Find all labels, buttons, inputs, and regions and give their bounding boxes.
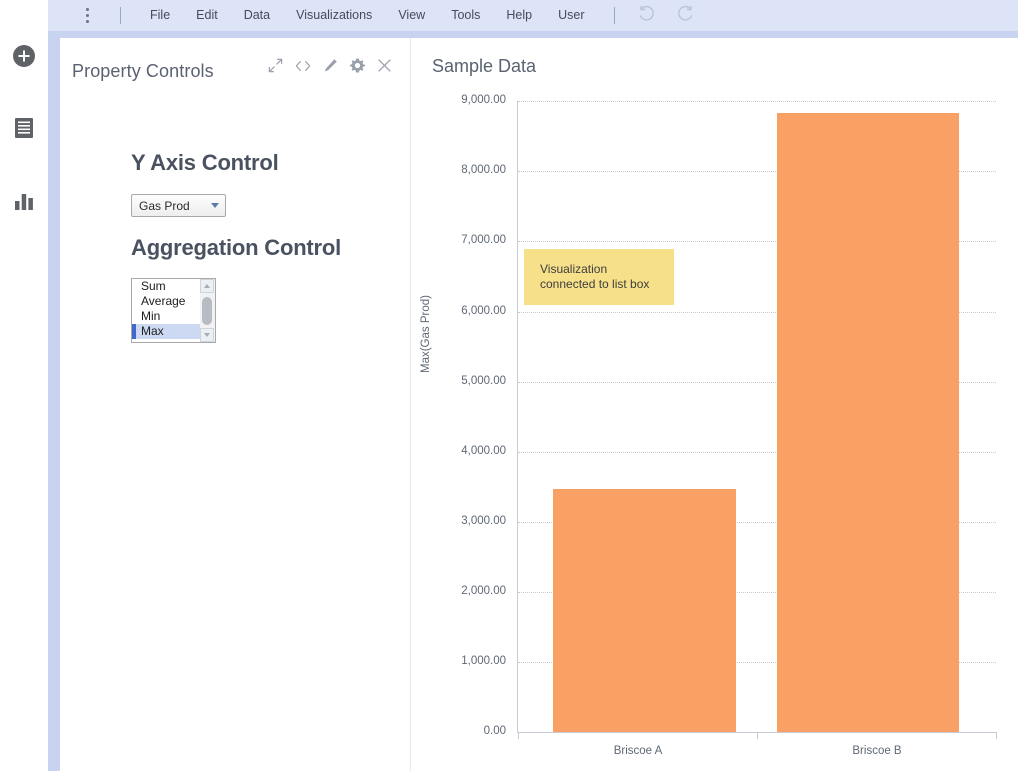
aggregation-control-title: Aggregation Control [131,235,342,260]
top-toolbar: File Edit Data Visualizations View Tools… [48,0,1018,31]
annotation-text: Visualization connected to list box [540,262,649,292]
x-tick-mark-start [518,732,519,739]
y-tick-label-7000: 7,000.00 [461,234,506,246]
gridline-9000 [518,101,996,102]
menu-item-edit[interactable]: Edit [183,0,231,31]
x-tick-mark-mid [757,732,758,739]
undo-redo-group [637,4,695,28]
close-icon[interactable] [377,58,392,73]
chart-panel: Sample Data 9,000.00 8,000.00 7,000.00 6… [411,38,1018,771]
more-vertical-icon[interactable] [70,0,104,31]
code-icon[interactable] [295,59,311,73]
annotation-line-1: Visualization [540,262,608,276]
menu-item-help[interactable]: Help [493,0,545,31]
bar-briscoe-a[interactable] [553,489,736,732]
document-icon[interactable] [11,115,37,141]
bar-briscoe-b[interactable] [777,113,959,732]
gear-icon[interactable] [350,58,365,73]
x-tick-label-briscoe-b: Briscoe B [852,745,902,757]
listbox-scrollbar[interactable] [200,278,216,343]
y-tick-label-8000: 8,000.00 [461,164,506,176]
y-tick-label-2000: 2,000.00 [461,585,506,597]
y-tick-label-4000: 4,000.00 [461,445,506,457]
application-window: File Edit Data Visualizations View Tools… [0,0,1018,771]
expand-icon[interactable] [268,58,283,73]
panel-header-icons [268,58,392,73]
y-axis-control-title: Y Axis Control [131,150,279,175]
annotation-line-2: connected to list box [540,277,650,291]
y-tick-label-6000: 6,000.00 [461,305,506,317]
undo-icon[interactable] [637,4,656,28]
menu-item-user[interactable]: User [545,0,597,31]
toolbar-separator-right [613,7,615,24]
menu-item-tools[interactable]: Tools [438,0,493,31]
y-axis-title: Max(Gas Prod) [420,295,432,373]
add-circle-icon[interactable] [11,43,37,69]
y-axis-line [517,101,518,733]
y-axis-dropdown[interactable]: Gas Prod [131,194,226,217]
menu-item-visualizations[interactable]: Visualizations [283,0,385,31]
chevron-down-icon [205,203,225,208]
scroll-down-icon[interactable] [200,328,214,342]
x-tick-mark-end [996,732,997,739]
panel-title: Property Controls [72,60,214,81]
bar-chart-plot: 9,000.00 8,000.00 7,000.00 6,000.00 5,00… [411,38,1018,771]
menu-item-view[interactable]: View [385,0,438,31]
menu-item-file[interactable]: File [137,0,183,31]
scroll-up-icon[interactable] [200,279,214,293]
y-tick-label-1000: 1,000.00 [461,655,506,667]
bar-chart-icon[interactable] [11,187,37,213]
y-tick-label-3000: 3,000.00 [461,515,506,527]
y-tick-label-0: 0.00 [483,725,506,737]
annotation-note[interactable]: Visualization connected to list box [524,249,674,305]
left-icon-rail [0,0,48,771]
menu-item-data[interactable]: Data [231,0,283,31]
redo-icon[interactable] [676,4,695,28]
property-controls-panel: Property Controls Y Axis Control Gas Pro… [60,38,410,771]
scrollbar-thumb[interactable] [202,297,212,325]
property-panel-header: Property Controls [72,56,410,86]
x-tick-label-briscoe-a: Briscoe A [613,745,663,757]
toolbar-separator-left [120,7,121,24]
y-tick-label-5000: 5,000.00 [461,375,506,387]
y-axis-dropdown-value: Gas Prod [139,198,190,213]
y-tick-label-9000: 9,000.00 [461,94,506,106]
edit-pencil-icon[interactable] [323,58,338,73]
